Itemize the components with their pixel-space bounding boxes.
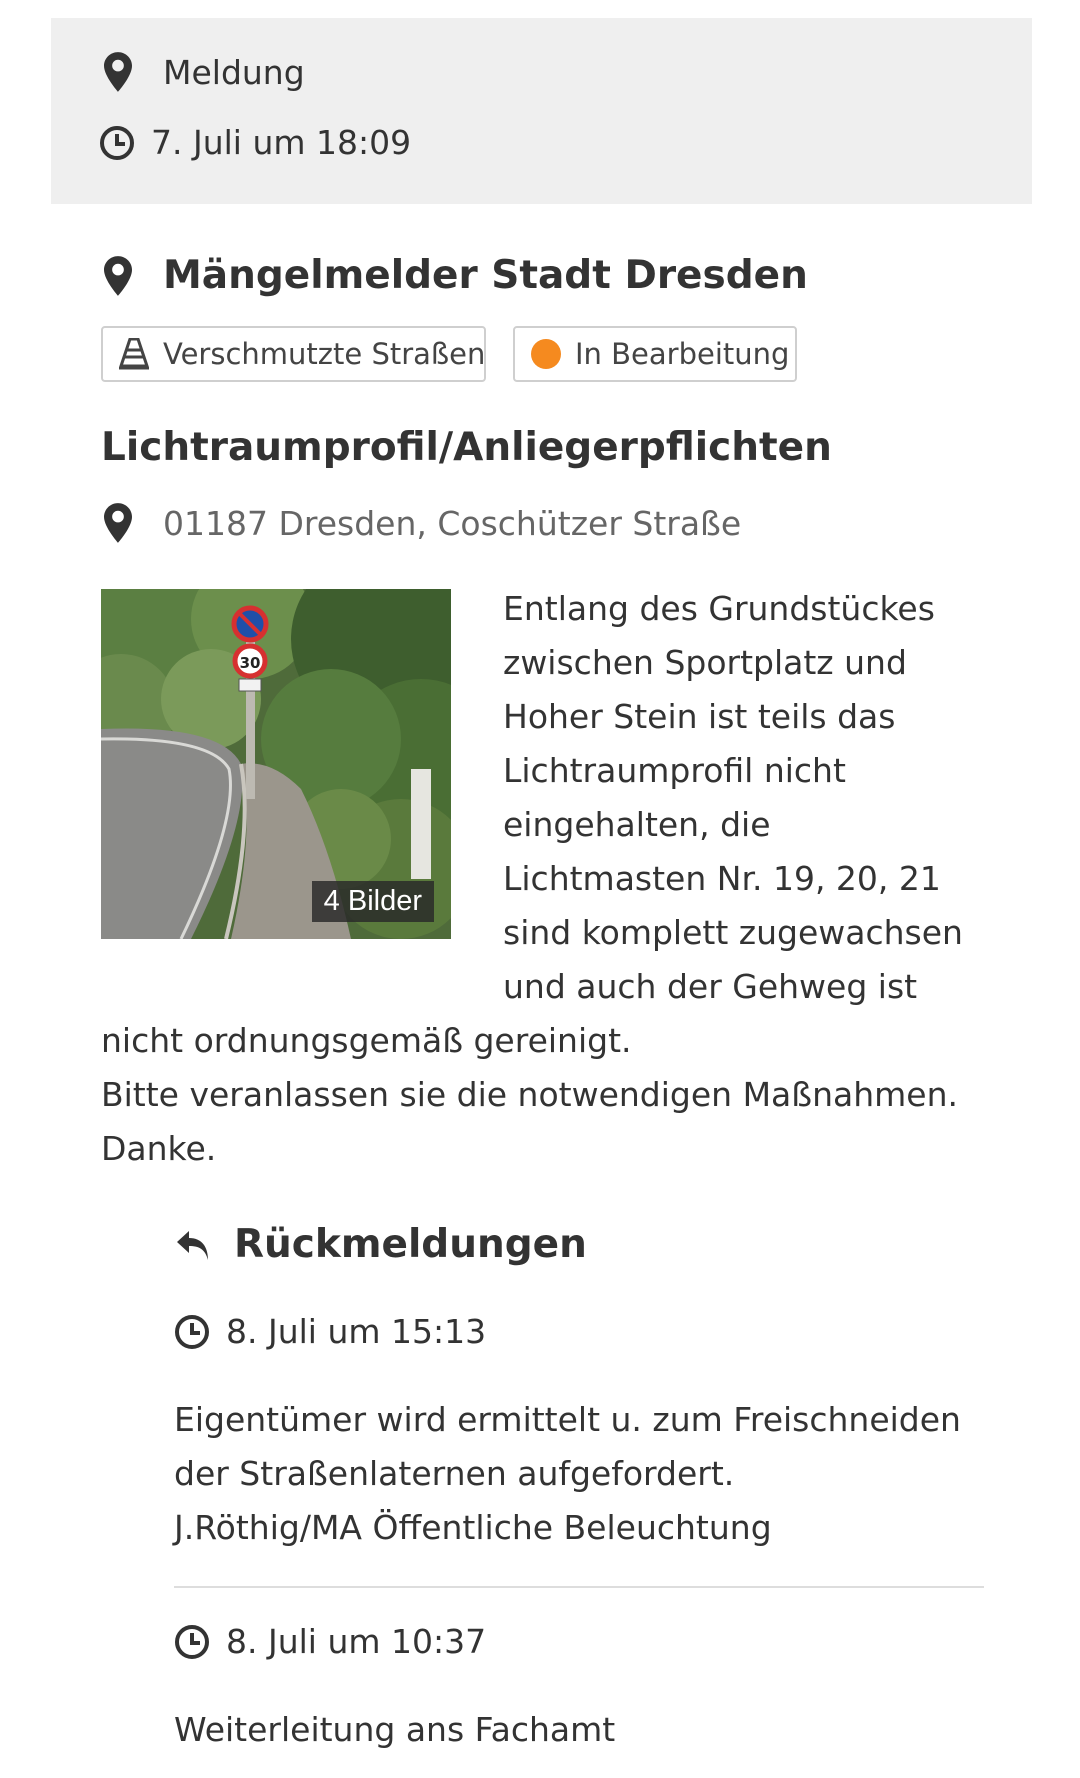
org-row: Mängelmelder Stadt Dresden [101,253,808,298]
report-address[interactable]: 01187 Dresden, Coschützer Straße [163,504,741,543]
feedback-date-row: 8. Juli um 10:37 [174,1622,486,1661]
report-title: Lichtraumprofil/Anliegerpflichten [101,425,832,470]
feedback-entry: Weiterleitung ans Fachamt [174,1703,994,1757]
description-thanks: Danke. [101,1129,217,1168]
report-meta-box: Meldung 7. Juli um 18:09 [51,18,1032,204]
category-label: Verschmutzte Straßen [163,337,486,371]
map-pin-icon [101,52,135,92]
description-request: Bitte veranlassen sie die notwendigen Ma… [101,1075,958,1114]
traffic-cone-icon [119,338,149,370]
org-name[interactable]: Mängelmelder Stadt Dresden [163,253,808,298]
feedback-date-row: 8. Juli um 15:13 [174,1312,486,1351]
clock-icon [174,1624,210,1660]
status-badge[interactable]: In Bearbeitung [513,326,797,382]
feedback-message: Weiterleitung ans Fachamt [174,1710,616,1749]
reply-icon [174,1227,212,1263]
feedback-message: Eigentümer wird ermittelt u. zum Freisch… [174,1400,961,1493]
feedback-heading: Rückmeldungen [234,1222,587,1267]
category-tag[interactable]: Verschmutzte Straßen [101,326,486,382]
feedback-heading-row: Rückmeldungen [174,1222,587,1267]
clock-icon [99,125,135,161]
status-dot [531,339,561,369]
status-label: In Bearbeitung [575,337,790,371]
feedback-divider [174,1586,984,1588]
feedback-date: 8. Juli um 10:37 [226,1622,487,1661]
feedback-date: 8. Juli um 15:13 [226,1312,487,1351]
feedback-entry: Eigentümer wird ermittelt u. zum Freisch… [174,1393,994,1555]
report-date: 7. Juli um 18:09 [151,123,412,162]
report-date-row: 7. Juli um 18:09 [99,123,411,162]
report-description: Entlang des Grundstückes zwischen Sportp… [101,582,981,1176]
report-type-label: Meldung [163,52,305,92]
map-pin-icon [101,503,135,543]
clock-icon [174,1314,210,1350]
feedback-author: J.Röthig/MA Öffentliche Beleuchtung [174,1508,772,1547]
address-row: 01187 Dresden, Coschützer Straße [101,503,741,543]
report-type-row: Meldung [101,52,305,92]
map-pin-icon [101,255,135,296]
